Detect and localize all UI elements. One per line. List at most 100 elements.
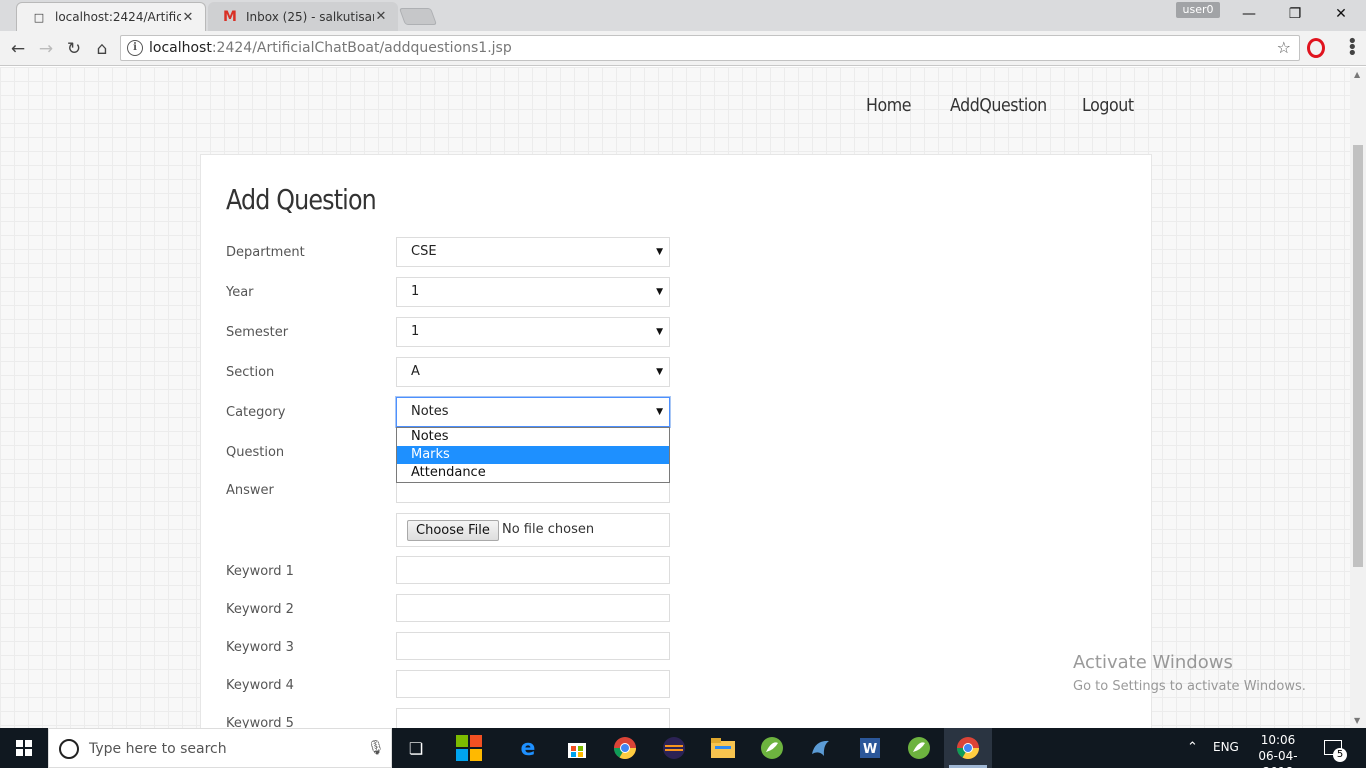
answer-label: Answer [226, 483, 274, 498]
start-button[interactable] [0, 728, 48, 768]
page-viewport: Home AddQuestion Logout Add Question Dep… [0, 67, 1350, 728]
chevron-down-icon: ▼ [656, 407, 663, 417]
cortana-icon [59, 739, 79, 759]
notification-count-badge: 5 [1333, 748, 1347, 762]
address-bar[interactable]: i localhost:2424/ArtificialChatBoat/addq… [120, 35, 1300, 61]
chevron-down-icon: ▼ [656, 367, 663, 377]
word-icon[interactable]: W [856, 734, 884, 762]
browser-menu-icon[interactable]: • • • [1347, 33, 1358, 63]
reload-icon[interactable]: ↻ [61, 36, 87, 62]
keyword2-input[interactable] [396, 594, 670, 622]
eclipse-icon[interactable] [660, 734, 688, 762]
opera-extension-icon[interactable] [1307, 38, 1325, 58]
section-label: Section [226, 365, 275, 380]
clock-date: 06-04-2018 [1258, 749, 1298, 768]
info-icon[interactable]: i [127, 40, 143, 56]
tab-title: Inbox (25) - salkutisande [246, 9, 374, 24]
page-title: Add Question [226, 183, 377, 216]
search-placeholder: Type here to search [89, 741, 227, 757]
restore-icon[interactable]: ❐ [1272, 0, 1318, 28]
chevron-up-icon[interactable]: ⌃ [1187, 740, 1198, 755]
section-value: A [411, 364, 420, 379]
close-window-icon[interactable]: ✕ [1318, 0, 1364, 28]
activate-windows-watermark: Activate Windows Go to Settings to activ… [1073, 652, 1306, 694]
spring-tool-icon-2[interactable] [905, 734, 933, 762]
year-value: 1 [411, 284, 420, 299]
year-select[interactable]: 1 ▼ [396, 277, 670, 307]
keyword4-label: Keyword 4 [226, 678, 294, 693]
nav-addquestion-link[interactable]: AddQuestion [950, 95, 1047, 116]
keyword4-input[interactable] [396, 670, 670, 698]
edge-browser-icon[interactable]: e [514, 734, 542, 762]
tab-title: localhost:2424/ArtificialC [55, 10, 181, 24]
watermark-subtitle: Go to Settings to activate Windows. [1073, 679, 1306, 694]
chevron-down-icon: ▼ [656, 287, 663, 297]
chrome-active-icon[interactable] [954, 734, 982, 762]
clock-time: 10:06 [1260, 733, 1296, 747]
keyword1-input[interactable] [396, 556, 670, 584]
choose-file-button[interactable]: Choose File [407, 520, 499, 541]
page-icon: □ [33, 10, 45, 24]
scroll-up-icon[interactable]: ▲ [1354, 70, 1360, 79]
file-status: No file chosen [502, 522, 595, 537]
spring-tool-icon[interactable] [758, 734, 786, 762]
back-icon[interactable]: ← [5, 36, 31, 62]
close-tab-icon[interactable]: ✕ [181, 10, 195, 25]
page-scrollbar[interactable]: ▲ ▼ [1350, 67, 1366, 728]
gmail-icon: M [223, 8, 237, 25]
semester-select[interactable]: 1 ▼ [396, 317, 670, 347]
url-text[interactable]: localhost:2424/ArtificialChatBoat/addque… [149, 40, 512, 56]
category-option-notes[interactable]: Notes [397, 428, 669, 446]
nav-logout-link[interactable]: Logout [1082, 95, 1134, 116]
tab-inbox[interactable]: M Inbox (25) - salkutisande ✕ [208, 2, 398, 31]
scrollbar-thumb[interactable] [1353, 145, 1363, 567]
minimize-icon[interactable]: — [1226, 0, 1272, 28]
file-upload: Choose File No file chosen [396, 513, 670, 547]
category-value: Notes [411, 404, 449, 419]
browser-toolbar: ← → ↻ ⌂ i localhost:2424/ArtificialChatB… [0, 31, 1366, 66]
keyword3-label: Keyword 3 [226, 640, 294, 655]
bookmark-star-icon[interactable]: ☆ [1277, 38, 1291, 57]
keyword5-label: Keyword 5 [226, 716, 294, 728]
category-label: Category [226, 405, 286, 420]
file-explorer-icon[interactable] [709, 734, 737, 762]
category-select[interactable]: Notes ▼ [396, 397, 670, 427]
department-select[interactable]: CSE ▼ [396, 237, 670, 267]
taskbar-search[interactable]: Type here to search 🎙 [48, 728, 392, 768]
tab-localhost[interactable]: □ localhost:2424/ArtificialC ✕ [16, 2, 206, 31]
chevron-down-icon: ▼ [656, 247, 663, 257]
chevron-down-icon: ▼ [656, 327, 663, 337]
department-label: Department [226, 245, 305, 260]
watermark-title: Activate Windows [1073, 652, 1233, 673]
keyword1-label: Keyword 1 [226, 564, 294, 579]
svg-text:W: W [863, 742, 877, 757]
microphone-icon[interactable]: 🎙 [367, 740, 385, 756]
scroll-down-icon[interactable]: ▼ [1354, 716, 1360, 725]
task-view-icon[interactable]: ❏ [402, 734, 430, 762]
category-dropdown-list: Notes Marks Attendance [396, 427, 670, 483]
category-option-marks[interactable]: Marks [397, 446, 669, 464]
close-tab-icon[interactable]: ✕ [374, 9, 388, 24]
home-icon[interactable]: ⌂ [89, 36, 115, 62]
forward-icon[interactable]: → [33, 36, 59, 62]
nav-home-link[interactable]: Home [866, 95, 911, 116]
keyword3-input[interactable] [396, 632, 670, 660]
windows-taskbar: Type here to search 🎙 ❏ e W ⌃ ENG 10:06 … [0, 728, 1366, 768]
store-tiles-icon[interactable] [455, 734, 483, 762]
profile-badge[interactable]: user0 [1176, 2, 1220, 18]
department-value: CSE [411, 244, 437, 259]
category-option-attendance[interactable]: Attendance [397, 464, 669, 482]
system-clock[interactable]: 10:06 06-04-2018 [1246, 732, 1310, 768]
store-bag-icon[interactable] [563, 734, 591, 762]
chrome-icon[interactable] [611, 734, 639, 762]
keyword2-label: Keyword 2 [226, 602, 294, 617]
keyword5-input[interactable] [396, 708, 670, 728]
add-question-card: Add Question Department CSE ▼ Year 1 ▼ S… [200, 154, 1152, 728]
new-tab-button[interactable] [398, 8, 438, 25]
section-select[interactable]: A ▼ [396, 357, 670, 387]
browser-tab-bar: □ localhost:2424/ArtificialC ✕ M Inbox (… [0, 0, 1366, 31]
language-indicator[interactable]: ENG [1213, 740, 1239, 754]
semester-value: 1 [411, 324, 420, 339]
year-label: Year [226, 285, 254, 300]
dolphin-app-icon[interactable] [807, 734, 835, 762]
